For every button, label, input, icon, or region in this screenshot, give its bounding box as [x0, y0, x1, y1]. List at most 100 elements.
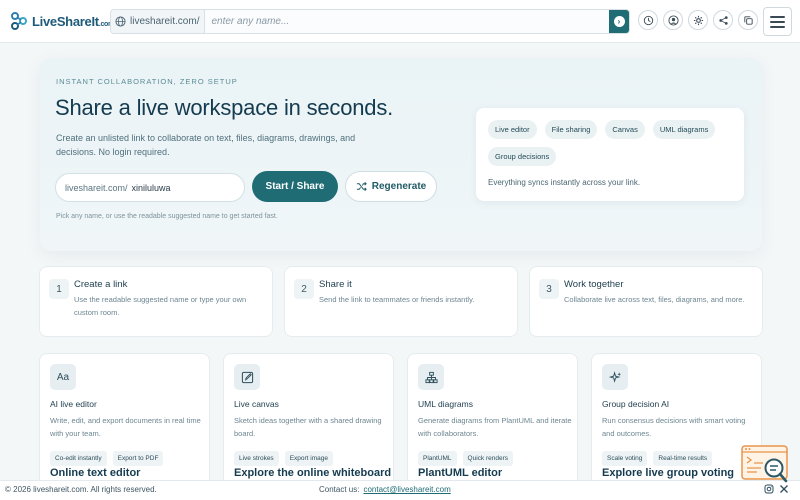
workspace-name-field: liveshareit.com/ [55, 173, 245, 202]
hero-hint: Pick any name, or use the readable sugge… [56, 213, 278, 220]
diagram-icon [418, 364, 444, 390]
share-icon [718, 15, 728, 25]
hero-panel: INSTANT COLLABORATION, ZERO SETUP Share … [40, 58, 762, 251]
features-card: Live editor File sharing Canvas UML diag… [476, 108, 744, 201]
feature-chip[interactable]: Group decisions [488, 147, 557, 166]
regenerate-button[interactable]: Regenerate [345, 171, 437, 202]
features-note: Everything syncs instantly across your l… [488, 178, 641, 187]
step-description: Collaborate live across text, files, dia… [564, 295, 745, 304]
help-widget-icon [741, 445, 788, 483]
tool-card-live-canvas[interactable]: Live canvas Sketch ideas together with a… [223, 353, 394, 500]
tool-tags: Scale voting Real-time results [602, 451, 713, 466]
step-title: Create a link [74, 279, 128, 290]
step-card-share: 2 Share it Send the link to teammates or… [284, 266, 518, 337]
feature-chip[interactable]: Canvas [605, 120, 645, 139]
instagram-icon[interactable] [764, 484, 774, 494]
contact-label: Contact us: [319, 485, 360, 494]
tool-title: Live canvas [234, 399, 279, 409]
edit-canvas-icon [234, 364, 260, 390]
tool-card-uml-diagrams[interactable]: UML diagrams Generate diagrams from Plan… [407, 353, 578, 500]
settings-icon [693, 15, 703, 25]
step-number: 2 [294, 279, 314, 299]
footer-contact: Contact us: contact@liveshareit.com [319, 485, 451, 494]
feature-chips: Live editor File sharing Canvas UML diag… [488, 120, 738, 166]
menu-bar [770, 25, 785, 28]
logo-icon [11, 12, 27, 30]
shuffle-icon [356, 182, 367, 191]
tool-tags: PlantUML Quick renders [418, 451, 514, 466]
tool-tags: Co-edit instantly Export to PDF [50, 451, 164, 466]
tool-title: AI live editor [50, 399, 97, 409]
tool-description: Run consensus decisions with smart votin… [602, 416, 746, 438]
logo[interactable]: LiveShareIt.com [9, 11, 114, 31]
tool-description: Sketch ideas together with a shared draw… [234, 416, 382, 438]
tool-title: UML diagrams [418, 399, 473, 409]
tool-description: Write, edit, and export documents in rea… [50, 416, 201, 438]
step-number: 1 [49, 279, 69, 299]
contact-email-link[interactable]: contact@liveshareit.com [363, 485, 450, 494]
copy-button[interactable] [738, 10, 758, 30]
help-widget[interactable] [741, 445, 791, 485]
sparkle-icon [602, 364, 628, 390]
tool-tags: Live strokes Export image [234, 451, 333, 466]
room-name-input[interactable] [205, 16, 609, 27]
url-prefix-text: liveshareit.com/ [130, 16, 200, 27]
step-title: Share it [319, 279, 352, 290]
tool-tag: Live strokes [234, 451, 279, 466]
tool-tag: Quick renders [462, 451, 514, 466]
step-number: 3 [539, 279, 559, 299]
account-button[interactable] [663, 10, 683, 30]
top-bar: LiveShareIt.com liveshareit.com/ › [0, 0, 800, 43]
social-links [764, 484, 789, 494]
step-title: Work together [564, 279, 624, 290]
globe-icon [115, 16, 126, 27]
feature-chip[interactable]: Live editor [488, 120, 537, 139]
tool-tag: Scale voting [602, 451, 648, 466]
tool-tag: Co-edit instantly [50, 451, 107, 466]
logo-text: LiveShareIt.com [32, 13, 114, 29]
url-prefix: liveshareit.com/ [111, 10, 206, 33]
room-url-bar: liveshareit.com/ › [110, 9, 630, 34]
tool-title: Group decision AI [602, 399, 670, 409]
start-share-button[interactable]: Start / Share [252, 171, 338, 202]
regenerate-label: Regenerate [371, 181, 427, 192]
step-card-work-together: 3 Work together Collaborate live across … [529, 266, 763, 337]
footer: © 2026 liveshareit.com. All rights reser… [0, 480, 800, 500]
menu-bar [770, 20, 785, 23]
share-button[interactable] [713, 10, 733, 30]
hamburger-menu-button[interactable] [763, 7, 792, 36]
feature-chip[interactable]: UML diagrams [652, 120, 716, 139]
tool-tag: PlantUML [418, 451, 457, 466]
step-description: Send the link to teammates or friends in… [319, 295, 475, 304]
settings-button[interactable] [688, 10, 708, 30]
tool-tag: Export to PDF [112, 451, 164, 466]
tool-card-group-decision[interactable]: Group decision AI Run consensus decision… [591, 353, 762, 500]
step-description: Use the readable suggested name or type … [74, 295, 247, 317]
feature-chip[interactable]: File sharing [544, 120, 598, 139]
footer-copyright: © 2026 liveshareit.com. All rights reser… [5, 485, 157, 494]
workspace-name-prefix: liveshareit.com/ [65, 182, 128, 193]
menu-bar [770, 15, 785, 18]
x-twitter-icon[interactable] [779, 484, 789, 494]
text-editor-icon: Aa [50, 364, 76, 390]
tool-description: Generate diagrams from PlantUML and iter… [418, 416, 572, 438]
hero-description: Create an unlisted link to collaborate o… [56, 133, 356, 157]
hero-title: Share a live workspace in seconds. [55, 95, 394, 120]
step-card-create: 1 Create a link Use the readable suggest… [39, 266, 273, 337]
arrow-right-icon: › [613, 16, 625, 27]
tool-link[interactable]: Explore live group voting [602, 467, 734, 479]
tool-link[interactable]: Explore the online whiteboard [234, 467, 391, 479]
copy-icon [743, 15, 753, 25]
tool-tag: Real-time results [653, 451, 713, 466]
account-icon [667, 14, 679, 26]
toolbar-icons [638, 10, 758, 30]
workspace-name-input[interactable] [131, 182, 242, 193]
history-icon [643, 15, 653, 25]
tool-link[interactable]: Online text editor [50, 467, 140, 479]
tool-tag: Export image [284, 451, 333, 466]
history-button[interactable] [638, 10, 658, 30]
hero-eyebrow: INSTANT COLLABORATION, ZERO SETUP [56, 77, 238, 86]
tool-card-live-editor[interactable]: Aa AI live editor Write, edit, and expor… [39, 353, 210, 500]
tool-link[interactable]: PlantUML editor [418, 467, 502, 479]
go-button[interactable]: › [609, 10, 629, 33]
